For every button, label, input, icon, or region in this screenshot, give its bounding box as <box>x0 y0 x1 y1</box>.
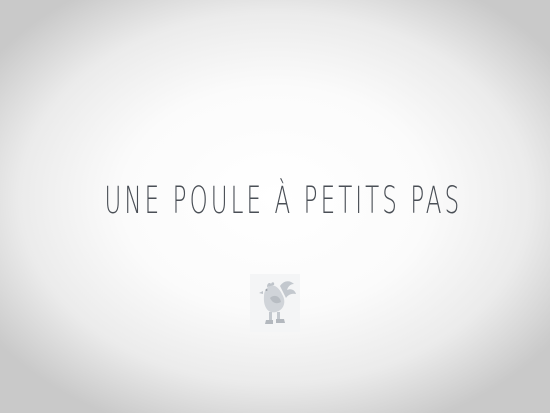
splash-screen: UNE POULE À PETITS PAS <box>0 0 550 413</box>
chicken-logo-icon <box>250 274 300 332</box>
chicken-logo-graphic <box>259 281 296 324</box>
app-title: UNE POULE À PETITS PAS <box>104 179 463 222</box>
